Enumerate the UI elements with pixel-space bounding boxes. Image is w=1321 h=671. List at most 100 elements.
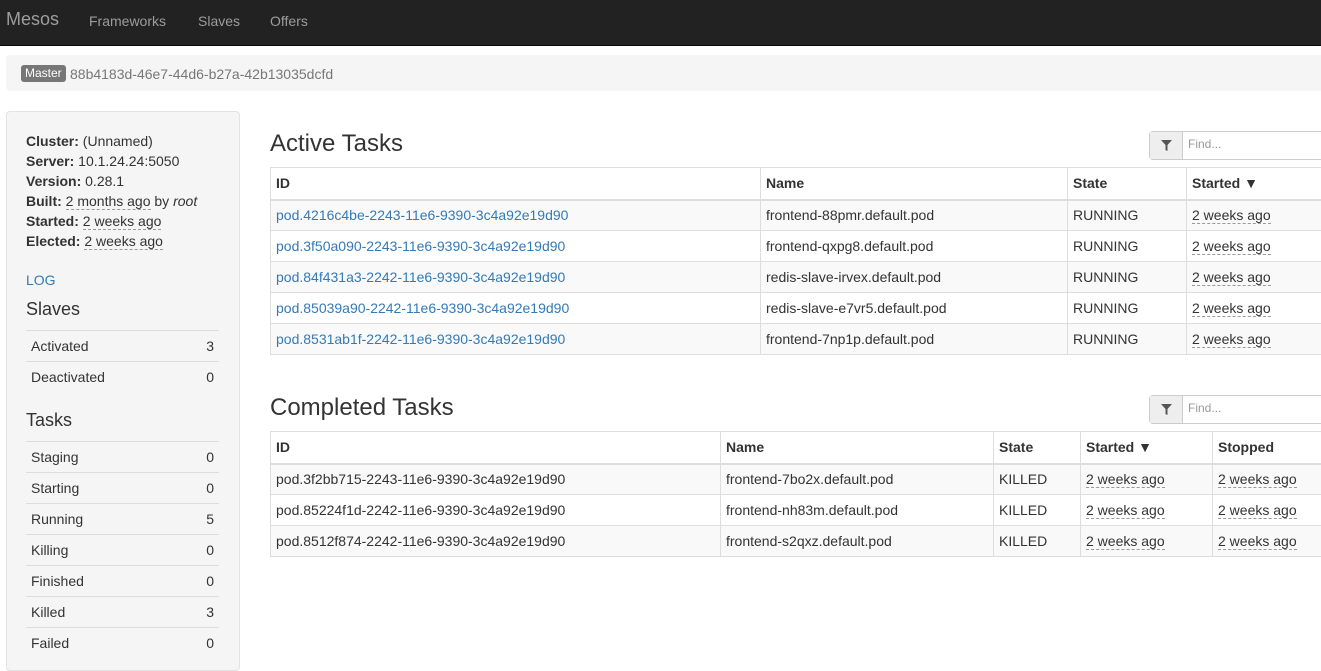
completed-filter-button[interactable] [1150,396,1183,423]
elected-info: Elected: 2 weeks ago [26,233,163,249]
tasks-row-killed: Killed 3 [26,596,219,627]
tasks-heading: Tasks [26,410,72,431]
nav-slaves[interactable]: Slaves [198,13,240,29]
slaves-row-deactivated: Deactivated 0 [26,361,219,392]
filter-icon [1161,140,1172,151]
tasks-row-label: Starting [31,480,79,496]
table-row: pod.8512f874-2242-11e6-9390-3c4a92e19d90… [271,526,1321,557]
tasks-row-failed: Failed 0 [26,627,219,658]
built-info: Built: 2 months ago by root [26,193,197,209]
col-state-header[interactable]: State [1068,168,1187,200]
task-state: RUNNING [1068,231,1187,262]
col-id-header[interactable]: ID [271,432,721,464]
nav-offers[interactable]: Offers [270,13,308,29]
col-state-header[interactable]: State [994,432,1081,464]
task-started: 2 weeks ago [1192,269,1271,286]
task-name: frontend-88pmr.default.pod [761,200,1068,231]
col-name-header[interactable]: Name [761,168,1068,200]
filter-icon [1161,404,1172,415]
task-name: frontend-7bo2x.default.pod [721,464,994,495]
tasks-row-label: Finished [31,573,84,589]
tasks-row-value: 0 [206,542,214,558]
col-id-header[interactable]: ID [271,168,761,200]
task-stopped: 2 weeks ago [1218,471,1297,488]
slaves-table: Activated 3 Deactivated 0 [26,330,219,392]
slaves-row-activated: Activated 3 [26,330,219,361]
elected-label: Elected: [26,233,80,249]
task-state: RUNNING [1068,293,1187,324]
completed-find-input[interactable] [1188,401,1308,415]
completed-tasks-title: Completed Tasks [270,394,454,422]
log-link[interactable]: LOG [26,272,56,288]
task-id-link[interactable]: pod.3f50a090-2243-11e6-9390-3c4a92e19d90 [276,238,565,254]
cluster-label: Cluster: [26,133,79,149]
top-navbar: Mesos Frameworks Slaves Offers [0,0,1321,46]
tasks-row-value: 5 [206,511,214,527]
completed-tasks-table: ID Name State Started ▼ Stopped pod.3f2b… [270,431,1321,557]
task-name: redis-slave-e7vr5.default.pod [761,293,1068,324]
task-started: 2 weeks ago [1086,502,1165,519]
completed-find-box [1149,395,1321,424]
task-id-link[interactable]: pod.84f431a3-2242-11e6-9390-3c4a92e19d90 [276,269,565,285]
tasks-row-label: Running [31,511,83,527]
slaves-row-label: Activated [31,338,89,354]
col-started-header[interactable]: Started ▼ [1187,168,1321,200]
built-ago[interactable]: 2 months ago [66,193,151,210]
active-tasks-title: Active Tasks [270,130,403,158]
version-info: Version: 0.28.1 [26,173,124,189]
task-started: 2 weeks ago [1086,471,1165,488]
built-by: by [154,193,169,209]
task-state: KILLED [994,526,1081,557]
slaves-row-value: 3 [206,338,214,354]
tasks-row-finished: Finished 0 [26,565,219,596]
task-name: frontend-qxpg8.default.pod [761,231,1068,262]
active-find-input[interactable] [1188,137,1308,151]
table-row: pod.3f2bb715-2243-11e6-9390-3c4a92e19d90… [271,464,1321,495]
table-row: pod.84f431a3-2242-11e6-9390-3c4a92e19d90… [271,262,1321,293]
tasks-row-value: 0 [206,449,214,465]
col-started-header[interactable]: Started ▼ [1081,432,1213,464]
tasks-row-label: Failed [31,635,69,651]
table-row: pod.8531ab1f-2242-11e6-9390-3c4a92e19d90… [271,324,1321,355]
task-state: RUNNING [1068,262,1187,293]
col-stopped-header[interactable]: Stopped [1213,432,1321,464]
task-state: KILLED [994,464,1081,495]
table-header-row: ID Name State Started ▼ Stopped [271,432,1321,464]
slaves-row-label: Deactivated [31,369,105,385]
task-stopped: 2 weeks ago [1218,533,1297,550]
col-name-header[interactable]: Name [721,432,994,464]
cluster-info: Cluster: (Unnamed) [26,133,153,149]
tasks-table: Staging 0 Starting 0 Running 5 Killing 0… [26,441,219,658]
slaves-row-value: 0 [206,369,214,385]
table-row: pod.3f50a090-2243-11e6-9390-3c4a92e19d90… [271,231,1321,262]
master-id: 88b4183d-46e7-44d6-b27a-42b13035dcfd [70,66,333,82]
slaves-heading: Slaves [26,299,80,320]
task-started: 2 weeks ago [1192,207,1271,224]
built-user: root [173,193,197,209]
nav-frameworks[interactable]: Frameworks [89,13,166,29]
task-name: frontend-s2qxz.default.pod [721,526,994,557]
tasks-row-label: Killing [31,542,68,558]
table-header-row: ID Name State Started ▼ [271,168,1321,200]
active-filter-button[interactable] [1150,132,1183,159]
tasks-row-value: 0 [206,635,214,651]
task-id-link[interactable]: pod.4216c4be-2243-11e6-9390-3c4a92e19d90 [276,207,568,223]
task-id-link[interactable]: pod.85039a90-2242-11e6-9390-3c4a92e19d90 [276,300,569,316]
server-info: Server: 10.1.24.24:5050 [26,153,179,169]
version-label: Version: [26,173,81,189]
tasks-row-value: 3 [206,604,214,620]
elected-value[interactable]: 2 weeks ago [84,233,163,250]
task-id-link[interactable]: pod.8531ab1f-2242-11e6-9390-3c4a92e19d90 [276,331,565,347]
brand-link[interactable]: Mesos [6,9,59,30]
breadcrumb: Master 88b4183d-46e7-44d6-b27a-42b13035d… [6,55,1321,91]
table-row: pod.4216c4be-2243-11e6-9390-3c4a92e19d90… [271,200,1321,231]
task-id: pod.8512f874-2242-11e6-9390-3c4a92e19d90 [271,526,721,557]
version-value: 0.28.1 [85,173,124,189]
started-value[interactable]: 2 weeks ago [83,213,162,230]
task-state: RUNNING [1068,324,1187,355]
started-info: Started: 2 weeks ago [26,213,161,229]
master-badge: Master [21,65,66,82]
built-label: Built: [26,193,62,209]
cluster-value: (Unnamed) [83,133,153,149]
active-find-box [1149,131,1321,160]
